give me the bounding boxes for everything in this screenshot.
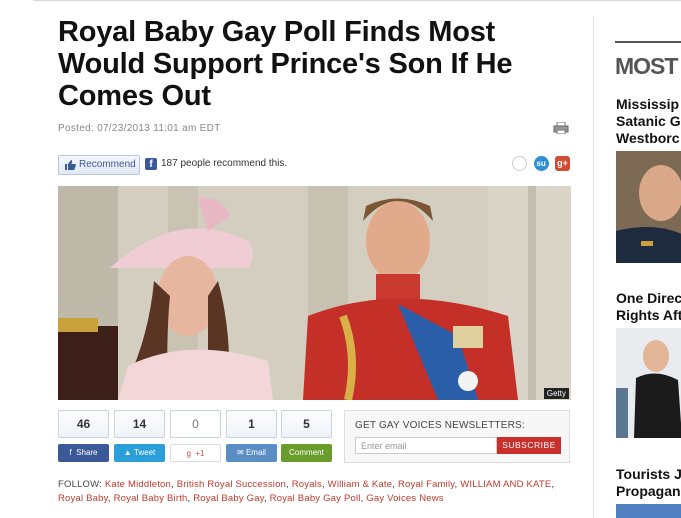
tag-separator: , (321, 479, 325, 490)
follow-tag-link[interactable]: Royal Baby (58, 493, 108, 504)
print-icon[interactable] (553, 122, 569, 134)
share-counters: 46 f Share 14 ▲ Tweet 0 g +1 1 ✉ Email 5… (58, 410, 332, 465)
google-plus-button[interactable]: g +1 (170, 444, 221, 462)
headline-line: Westborc (616, 130, 680, 146)
newsletter-signup: GET GAY VOICES NEWSLETTERS: SUBSCRIBE (344, 410, 570, 463)
musician-photo (616, 328, 681, 438)
article-photo: Getty (58, 186, 571, 400)
sidebar-divider (593, 16, 594, 518)
mail-icon: ✉ (237, 448, 246, 457)
reddit-icon[interactable] (512, 156, 528, 172)
tag-separator: , (107, 493, 111, 504)
follow-tag-link[interactable]: Gay Voices News (366, 493, 443, 504)
tag-separator: , (263, 493, 267, 504)
top-border (33, 0, 681, 3)
sidebar-story-thumbnail[interactable] (616, 328, 681, 443)
tag-separator: , (454, 479, 458, 490)
tweet-button[interactable]: ▲ Tweet (114, 444, 165, 462)
tag-separator: , (171, 479, 174, 490)
email-label: Email (245, 448, 266, 457)
sidebar-story-thumbnail[interactable] (616, 151, 681, 268)
twitter-tweet-count: 14 (114, 410, 165, 438)
recommend-row: Recommend f 187 people recommend this. s… (58, 155, 570, 175)
share-counter-facebook: 46 f Share (58, 410, 109, 462)
share-counter-google-plus: 0 g +1 (170, 410, 221, 462)
photo-credit: Getty (543, 388, 569, 399)
sidebar-story-headline: Mississip Satanic G Westborc (616, 96, 681, 147)
email-share-count: 1 (226, 410, 277, 438)
headline-line: Mississip (616, 96, 680, 112)
share-counter-comment: 5 Comment (281, 410, 332, 462)
tag-separator: , (392, 479, 396, 490)
email-share-button[interactable]: ✉ Email (226, 444, 277, 462)
newsletter-title: GET GAY VOICES NEWSLETTERS: (355, 420, 525, 431)
recommend-button[interactable]: Recommend (58, 155, 140, 175)
follow-tag-link[interactable]: Royal Baby Birth (114, 493, 188, 504)
follow-tag-link[interactable]: Royal Baby Gay (193, 493, 264, 504)
facebook-share-label: Share (76, 448, 98, 457)
sidebar-title: MOST P (615, 41, 681, 80)
headline-line: One Direc (616, 290, 681, 306)
follow-tag-link[interactable]: Royals (292, 479, 322, 490)
email-field[interactable] (355, 437, 497, 454)
stumbleupon-icon[interactable]: su (533, 156, 549, 172)
follow-label: FOLLOW: (58, 479, 102, 490)
thumbs-up-icon (65, 160, 76, 170)
tag-separator: , (187, 493, 191, 504)
tourists-photo (616, 504, 681, 518)
google-plus-icon[interactable]: g+ (555, 156, 570, 172)
article-headline: Royal Baby Gay Poll Finds Most Would Sup… (58, 16, 513, 112)
share-icons: su g+ (510, 155, 570, 173)
comment-label: Comment (289, 448, 324, 457)
sidebar-story-headline: Tourists J Propagan (616, 466, 681, 500)
royal-couple-image (58, 186, 571, 400)
recommend-count: 187 people recommend this. (161, 158, 288, 169)
tag-separator: , (551, 479, 555, 490)
follow-tag-link[interactable]: Royal Family (398, 479, 455, 490)
share-counter-email: 1 ✉ Email (226, 410, 277, 462)
sidebar-story[interactable]: One Direc Rights Aft (616, 290, 681, 443)
tweet-label: Tweet (133, 448, 156, 457)
subscribe-button[interactable]: SUBSCRIBE (497, 437, 561, 454)
sidebar-story[interactable]: Tourists J Propagan (616, 466, 681, 518)
sidebar-story-thumbnail[interactable] (616, 504, 681, 518)
headline-line: Tourists J (616, 466, 681, 482)
follow-tag-link[interactable]: Kate Middleton (105, 479, 171, 490)
headline-line: Rights Aft (616, 307, 681, 323)
officer-photo (616, 151, 681, 263)
tag-separator: , (286, 479, 289, 490)
follow-tag-link[interactable]: Royal Baby Gay Poll (270, 493, 361, 504)
google-plus-label: +1 (195, 449, 205, 458)
recommend-label: Recommend (79, 159, 136, 170)
sidebar-story[interactable]: Mississip Satanic G Westborc (616, 96, 681, 268)
google-plus-count: 0 (170, 410, 221, 438)
headline-line: Propagan (616, 483, 681, 499)
follow-tag-link[interactable]: British Royal Succession (177, 479, 286, 490)
facebook-icon: f (145, 158, 157, 170)
share-counter-twitter: 14 ▲ Tweet (114, 410, 165, 462)
sidebar-story-headline: One Direc Rights Aft (616, 290, 681, 324)
comment-button[interactable]: Comment (281, 444, 332, 462)
facebook-share-count: 46 (58, 410, 109, 438)
follow-tag-link[interactable]: William & Kate (328, 479, 393, 490)
follow-tag-link[interactable]: WILLIAM AND KATE (460, 479, 551, 490)
follow-tags: FOLLOW: Kate Middleton, British Royal Su… (58, 478, 572, 506)
facebook-share-button[interactable]: f Share (58, 444, 109, 462)
tag-separator: , (360, 493, 364, 504)
twitter-icon: ▲ (123, 448, 134, 457)
posted-timestamp: Posted: 07/23/2013 11:01 am EDT (58, 123, 221, 134)
comment-count: 5 (281, 410, 332, 438)
headline-line: Satanic G (616, 113, 681, 129)
